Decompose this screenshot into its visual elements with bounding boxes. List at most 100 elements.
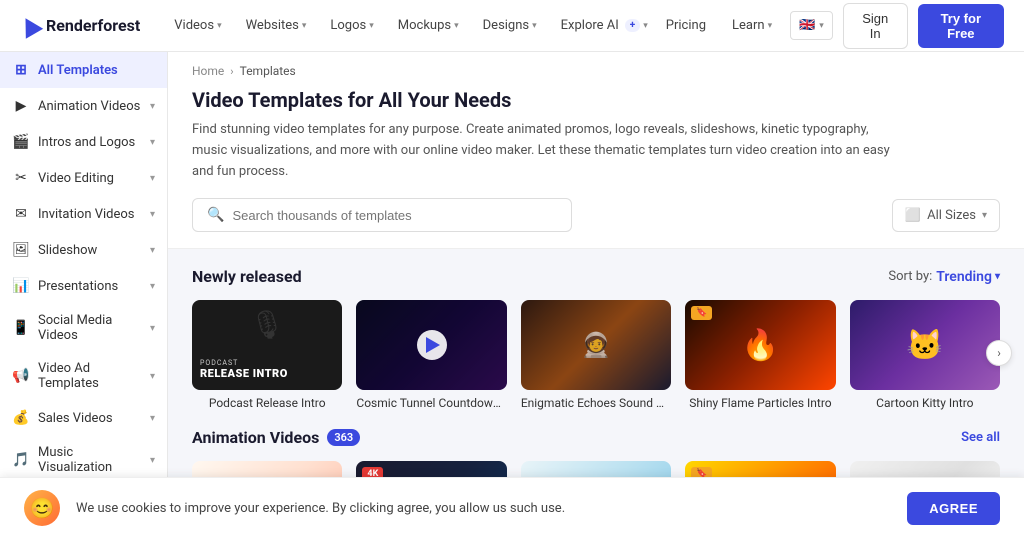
logo-icon xyxy=(17,13,43,39)
mobile-icon: 📱 xyxy=(12,319,30,337)
size-dropdown[interactable]: ⬜ All Sizes ▾ xyxy=(892,199,1000,232)
sidebar-item-invitation-videos[interactable]: ✉ Invitation Videos ▾ xyxy=(0,196,167,232)
animation-videos-badge: 363 xyxy=(327,429,360,446)
astronaut-icon: 🧑‍🚀 xyxy=(581,331,611,359)
search-input[interactable] xyxy=(232,208,557,223)
sort-dropdown[interactable]: Trending ▾ xyxy=(936,269,1000,285)
flag-icon: 🇬🇧 xyxy=(799,18,815,33)
nav-mockups[interactable]: Mockups ▾ xyxy=(388,12,469,39)
card-thumbnail: 🎙 PODCAST RELEASE INTRO xyxy=(192,300,342,390)
sidebar-item-video-ad-templates[interactable]: 📢 Video Ad Templates ▾ xyxy=(0,352,167,400)
breadcrumb-home[interactable]: Home xyxy=(192,64,224,78)
header: Renderforest Videos ▾ Websites ▾ Logos ▾… xyxy=(0,0,1024,52)
nav-designs[interactable]: Designs ▾ xyxy=(473,12,547,39)
chevron-down-icon: ▾ xyxy=(150,245,155,256)
chevron-down-icon: ▾ xyxy=(982,210,987,221)
page-title: Video Templates for All Your Needs xyxy=(192,88,1000,112)
agree-button[interactable]: AGREE xyxy=(907,492,1000,525)
card-thumbnail xyxy=(356,300,506,390)
next-arrow-button[interactable]: › xyxy=(986,340,1012,366)
size-icon: ⬜ xyxy=(905,208,921,223)
sidebar-item-social-media-videos[interactable]: 📱 Social Media Videos ▾ xyxy=(0,304,167,352)
chart-icon: 📊 xyxy=(12,277,30,295)
chevron-down-icon: ▾ xyxy=(369,21,374,31)
sidebar-item-presentations[interactable]: 📊 Presentations ▾ xyxy=(0,268,167,304)
newly-released-cards: 🎙 PODCAST RELEASE INTRO Podcast Release … xyxy=(192,300,1000,410)
language-selector[interactable]: 🇬🇧 ▾ xyxy=(790,11,833,40)
cookie-text: We use cookies to improve your experienc… xyxy=(76,501,891,516)
chevron-down-icon: ▾ xyxy=(454,21,459,31)
mic-icon: 🎙 xyxy=(249,308,285,341)
chevron-down-icon: ▾ xyxy=(150,173,155,184)
chevron-down-icon: ▾ xyxy=(150,137,155,148)
page-description: Find stunning video templates for any pu… xyxy=(192,120,892,182)
list-item[interactable]: 🎙 PODCAST RELEASE INTRO Podcast Release … xyxy=(192,300,342,410)
money-icon: 💰 xyxy=(12,409,30,427)
newly-released-title: Newly released xyxy=(192,267,302,286)
logo-text: Renderforest xyxy=(46,16,140,35)
flame-icon: 🔥 xyxy=(742,328,779,363)
signin-button[interactable]: Sign In xyxy=(843,3,908,49)
animation-videos-title: Animation Videos xyxy=(192,428,319,447)
newly-released-cards-container: 🎙 PODCAST RELEASE INTRO Podcast Release … xyxy=(192,300,1000,410)
pricing-link[interactable]: Pricing xyxy=(658,12,714,39)
sidebar: ⊞ All Templates ▶ Animation Videos ▾ 🎬 I… xyxy=(0,52,168,538)
breadcrumb-current: Templates xyxy=(240,64,296,78)
see-all-button[interactable]: See all xyxy=(961,430,1000,445)
try-free-button[interactable]: Try for Free xyxy=(918,4,1004,48)
content-area: Home › Templates Video Templates for All… xyxy=(168,52,1024,538)
card-thumbnail: 🔖 🔥 xyxy=(685,300,835,390)
chevron-down-icon: ▾ xyxy=(217,21,222,31)
sidebar-item-all-templates[interactable]: ⊞ All Templates xyxy=(0,52,167,88)
animation-videos-header: Animation Videos 363 See all xyxy=(192,428,1000,447)
learn-button[interactable]: Learn ▾ xyxy=(724,12,780,39)
music-icon: 🎵 xyxy=(12,451,30,469)
main-layout: ⊞ All Templates ▶ Animation Videos ▾ 🎬 I… xyxy=(0,52,1024,538)
nav-logos[interactable]: Logos ▾ xyxy=(320,12,383,39)
chevron-down-icon: ▾ xyxy=(150,209,155,220)
list-item[interactable]: 🧑‍🚀 Enigmatic Echoes Sound Visua... xyxy=(521,300,671,410)
chevron-down-icon: ▾ xyxy=(150,371,155,382)
search-box: 🔍 xyxy=(192,198,572,232)
play-icon: ▶ xyxy=(12,97,30,115)
card-thumbnail: 🐱 xyxy=(850,300,1000,390)
breadcrumb-sep: › xyxy=(230,65,233,78)
list-item[interactable]: Cosmic Tunnel Countdown Intro xyxy=(356,300,506,410)
breadcrumb-area: Home › Templates Video Templates for All… xyxy=(168,52,1024,182)
cookie-banner: 😊 We use cookies to improve your experie… xyxy=(0,477,1024,538)
logo[interactable]: Renderforest xyxy=(20,16,140,35)
sidebar-item-video-editing[interactable]: ✂ Video Editing ▾ xyxy=(0,160,167,196)
nav-explore-ai[interactable]: Explore AI + ▾ xyxy=(551,12,658,39)
chevron-down-icon: ▾ xyxy=(150,413,155,424)
list-item[interactable]: 🔖 🔥 Shiny Flame Particles Intro xyxy=(685,300,835,410)
chevron-down-icon: ▾ xyxy=(768,21,773,31)
chevron-down-icon: ▾ xyxy=(150,281,155,292)
cat-icon: 🐱 xyxy=(906,328,943,363)
nav-bar: Videos ▾ Websites ▾ Logos ▾ Mockups ▾ De… xyxy=(164,12,658,39)
chevron-down-icon: ▾ xyxy=(150,323,155,334)
film-icon: 🎬 xyxy=(12,133,30,151)
search-icon: 🔍 xyxy=(207,207,224,223)
chevron-down-icon: ▾ xyxy=(150,455,155,466)
play-button xyxy=(417,330,447,360)
sort-label: Sort by: xyxy=(888,269,932,284)
slideshow-icon: 🖼 xyxy=(12,241,30,259)
search-area: 🔍 ⬜ All Sizes ▾ xyxy=(168,182,1024,249)
megaphone-icon: 📢 xyxy=(12,367,30,385)
chevron-down-icon: ▾ xyxy=(532,21,537,31)
breadcrumb: Home › Templates xyxy=(192,64,1000,78)
chevron-down-icon: ▾ xyxy=(995,271,1000,282)
sidebar-item-sales-videos[interactable]: 💰 Sales Videos ▾ xyxy=(0,400,167,436)
status-badge: 🔖 xyxy=(691,306,712,320)
chevron-down-icon: ▾ xyxy=(819,21,824,31)
sidebar-item-slideshow[interactable]: 🖼 Slideshow ▾ xyxy=(0,232,167,268)
nav-videos[interactable]: Videos ▾ xyxy=(164,12,231,39)
sidebar-item-animation-videos[interactable]: ▶ Animation Videos ▾ xyxy=(0,88,167,124)
nav-websites[interactable]: Websites ▾ xyxy=(236,12,317,39)
sidebar-item-intros-logos[interactable]: 🎬 Intros and Logos ▾ xyxy=(0,124,167,160)
list-item[interactable]: 🐱 Cartoon Kitty Intro xyxy=(850,300,1000,410)
play-icon xyxy=(426,337,440,353)
newly-released-header: Newly released Sort by: Trending ▾ xyxy=(192,267,1000,286)
header-right: Pricing Learn ▾ 🇬🇧 ▾ Sign In Try for Fre… xyxy=(658,3,1004,49)
chevron-down-icon: ▾ xyxy=(643,21,648,31)
